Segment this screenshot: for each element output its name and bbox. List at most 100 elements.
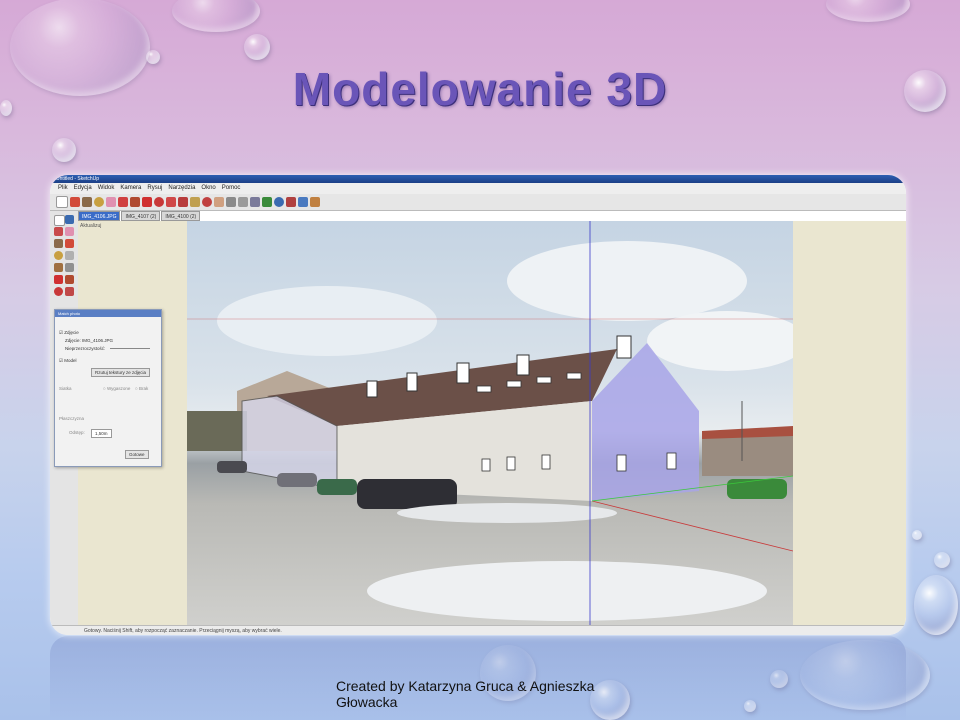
grid-style-label: Siatka <box>59 386 72 391</box>
paint-tool-icon[interactable] <box>118 197 128 207</box>
pushpull-tool-icon[interactable] <box>130 197 140 207</box>
tab-scene-1[interactable]: IMG_4106.JPG <box>78 211 121 221</box>
red-axis-diagonal <box>591 500 793 552</box>
cloud-shape <box>647 311 793 371</box>
parked-car <box>357 479 457 509</box>
file-value: IMG_4106.JPG <box>82 338 114 343</box>
main-toolbar <box>50 194 906 211</box>
parked-car <box>317 479 357 495</box>
rectangle-icon[interactable] <box>54 239 63 248</box>
menu-item-file[interactable]: Plik <box>58 183 68 194</box>
wall-window <box>541 454 551 470</box>
zoom-window-icon[interactable] <box>238 197 248 207</box>
wall-window <box>616 454 627 472</box>
zoom-tool-icon[interactable] <box>226 197 236 207</box>
panel-title: Match photo <box>55 310 161 317</box>
opacity-slider[interactable] <box>110 348 150 349</box>
followme-icon[interactable] <box>65 287 74 296</box>
file-label: Zdjęcie: IMG_4106.JPG <box>65 338 114 343</box>
cloud-shape <box>507 241 747 321</box>
line-icon[interactable] <box>65 239 74 248</box>
move-tool-icon[interactable] <box>142 197 152 207</box>
paint-bucket-icon[interactable] <box>54 227 63 236</box>
offset-tool-icon[interactable] <box>178 197 188 207</box>
grid-option-none[interactable]: ○ Brak <box>135 386 148 391</box>
window-titlebar: Untitled - SketchUp <box>50 175 906 183</box>
circle-tool-icon[interactable] <box>94 197 104 207</box>
credit-line-1: Created by Katarzyna Gruca & Agnieszka <box>336 678 595 694</box>
warehouse-icon[interactable] <box>274 197 284 207</box>
menu-item-window[interactable]: Okno <box>201 183 215 194</box>
menu-item-draw[interactable]: Rysuj <box>147 183 162 194</box>
component-tool-icon[interactable] <box>65 215 74 224</box>
scene-tabs: IMG_4106.JPG IMG_4107 (2) IMG_4100 (2) <box>78 211 201 221</box>
zoom-extents-icon[interactable] <box>250 197 260 207</box>
share-icon[interactable] <box>298 197 308 207</box>
dormer <box>366 380 378 398</box>
freehand-icon[interactable] <box>65 263 74 272</box>
previous-view-icon[interactable] <box>262 197 272 207</box>
menu-item-view[interactable]: Widok <box>98 183 115 194</box>
building-scene <box>187 221 793 625</box>
menu-item-tools[interactable]: Narzędzia <box>168 183 195 194</box>
photo-checkbox-label: Zdjęcie <box>64 330 79 335</box>
parked-car <box>277 473 317 487</box>
scale-tool-icon[interactable] <box>166 197 176 207</box>
menu-item-camera[interactable]: Kamera <box>120 183 141 194</box>
viewport-hint: Aktualizuj <box>80 223 102 229</box>
done-button[interactable]: Gotowe <box>125 450 149 459</box>
pencil-tool-icon[interactable] <box>70 197 80 207</box>
snow-patch <box>397 503 617 523</box>
project-textures-button[interactable]: Rzutuj tekstury ze zdjęcia <box>91 368 151 377</box>
status-bar: Gotowy. Naciśnij Shift, aby rozpocząć za… <box>50 625 906 635</box>
eraser-icon[interactable] <box>65 227 74 236</box>
model-checkbox[interactable]: ☑ Model <box>59 358 77 364</box>
orbit-tool-icon[interactable] <box>202 197 212 207</box>
polygon-icon[interactable] <box>54 263 63 272</box>
circle-icon[interactable] <box>54 251 63 260</box>
tab-scene-2[interactable]: IMG_4107 (2) <box>121 211 161 221</box>
arc-icon[interactable] <box>65 251 74 260</box>
select-tool-icon[interactable] <box>56 196 68 208</box>
spacing-field[interactable]: 1,50m <box>91 429 112 438</box>
background-tree <box>187 411 247 451</box>
model-checkbox-label: Model <box>64 358 77 363</box>
rotate-icon[interactable] <box>54 287 63 296</box>
water-drop <box>826 0 910 22</box>
window-title: Untitled - SketchUp <box>56 176 100 182</box>
menu-item-help[interactable]: Pomoc <box>222 183 241 194</box>
water-drop <box>172 0 260 32</box>
parked-car <box>217 461 247 473</box>
component-icon[interactable] <box>286 197 296 207</box>
credit-line-2: Głowacka <box>336 694 398 710</box>
roof-window <box>536 376 552 384</box>
credit-text: Created by Katarzyna Gruca & Agnieszka G… <box>336 678 606 710</box>
dormer <box>456 362 470 384</box>
model-viewport[interactable]: IMG_4106.JPG IMG_4107 (2) IMG_4100 (2) A… <box>78 211 906 625</box>
tape-tool-icon[interactable] <box>190 197 200 207</box>
arrow-tool-icon[interactable] <box>54 215 65 226</box>
tab-scene-3[interactable]: IMG_4100 (2) <box>161 211 201 221</box>
eraser-tool-icon[interactable] <box>106 197 116 207</box>
wall-window <box>666 452 677 470</box>
roof-window <box>506 380 522 388</box>
move-icon[interactable] <box>54 275 63 284</box>
roof-window <box>476 385 492 393</box>
pushpull-icon[interactable] <box>65 275 74 284</box>
rectangle-tool-icon[interactable] <box>82 197 92 207</box>
dormer <box>616 335 632 359</box>
menu-item-edit[interactable]: Edycja <box>74 183 92 194</box>
matched-photo <box>187 221 793 625</box>
status-text: Gotowy. Naciśnij Shift, aby rozpocząć za… <box>84 628 282 634</box>
grid-option-faded[interactable]: ○ Wygaszone <box>103 386 130 391</box>
water-drop <box>934 552 950 568</box>
pan-tool-icon[interactable] <box>214 197 224 207</box>
sketchup-screenshot: Untitled - SketchUp Plik Edycja Widok Ka… <box>50 175 906 635</box>
water-drop <box>914 575 958 635</box>
extension-icon[interactable] <box>310 197 320 207</box>
spacing-label: Odstęp: <box>69 430 85 435</box>
photo-checkbox[interactable]: ☑ Zdjęcie <box>59 330 79 336</box>
parked-car <box>727 479 787 499</box>
match-photo-panel: Match photo ☑ Zdjęcie Zdjęcie: IMG_4106.… <box>54 309 162 467</box>
rotate-tool-icon[interactable] <box>154 197 164 207</box>
